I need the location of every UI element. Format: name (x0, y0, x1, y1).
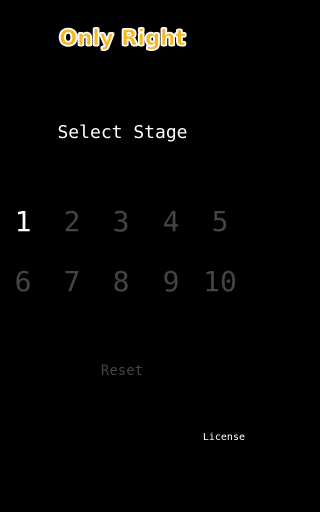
stage-row-2: 6 7 8 9 10 (0, 260, 245, 304)
stage-button-3[interactable]: 3 (101, 200, 141, 244)
stage-button-7[interactable]: 7 (52, 260, 92, 304)
stage-button-5[interactable]: 5 (200, 200, 240, 244)
stage-button-2[interactable]: 2 (52, 200, 92, 244)
stage-button-9[interactable]: 9 (151, 260, 191, 304)
stage-button-4[interactable]: 4 (151, 200, 191, 244)
stage-button-8[interactable]: 8 (101, 260, 141, 304)
license-link[interactable]: License (203, 431, 245, 445)
game-logo: Only Right (59, 26, 186, 51)
reset-button[interactable]: Reset (92, 361, 152, 381)
stage-button-10[interactable]: 10 (200, 260, 240, 304)
stage-row-1: 1 2 3 4 5 (0, 200, 245, 244)
select-stage-title: Select Stage (57, 122, 188, 143)
stage-button-1[interactable]: 1 (3, 200, 43, 244)
stage-button-6[interactable]: 6 (3, 260, 43, 304)
